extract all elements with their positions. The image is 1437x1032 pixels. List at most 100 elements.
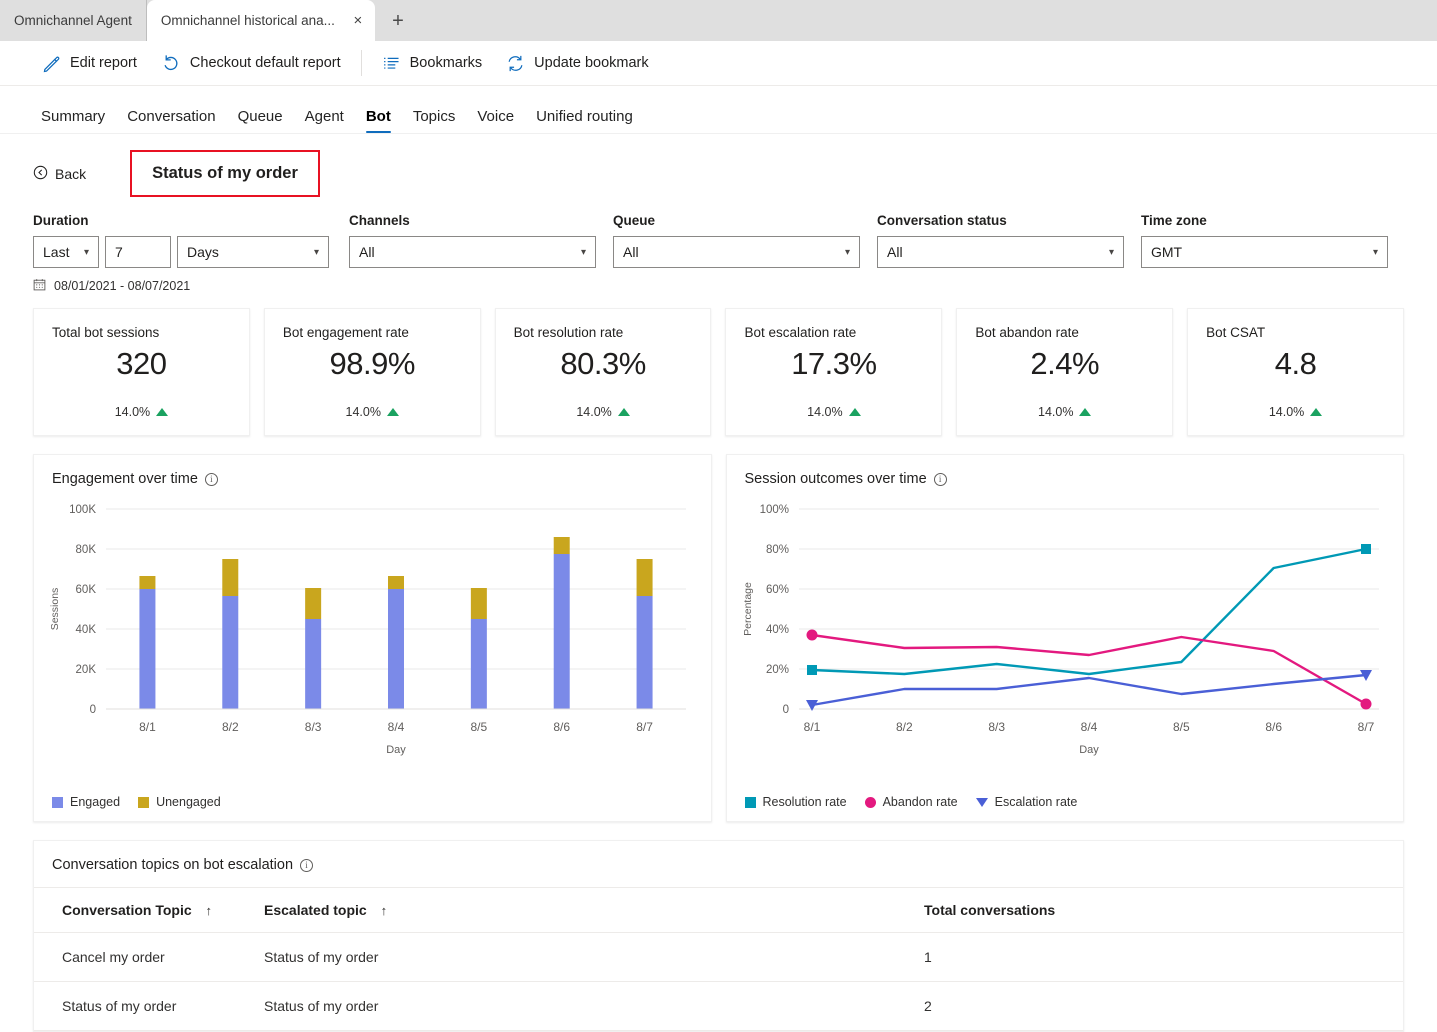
- conversation-topics-table: Conversation Topic ↑ Escalated topic ↑ T…: [34, 887, 1403, 1031]
- svg-text:Percentage: Percentage: [742, 582, 754, 636]
- line-chart-svg: 0 20% 40% 60% 80% 100% 8/1 8/2 8/3 8/4 8/5 8/6 8/7 Da…: [742, 504, 1379, 756]
- legend-label: Escalation rate: [994, 795, 1078, 809]
- kpi-value: 320: [116, 346, 167, 381]
- kpi-title: Bot CSAT: [1206, 325, 1266, 340]
- tab-agent[interactable]: Agent: [294, 102, 355, 133]
- filter-bar: Duration Last ▾ 7 Days ▾ Channels All ▾ …: [0, 197, 1437, 268]
- back-button[interactable]: Back: [33, 165, 86, 183]
- bookmarks-button[interactable]: Bookmarks: [370, 48, 495, 79]
- kpi-delta-value: 14.0%: [114, 405, 151, 419]
- kpi-value: 4.8: [1274, 346, 1317, 381]
- sort-ascending-icon[interactable]: ↑: [381, 903, 388, 918]
- legend-label: Engaged: [70, 795, 121, 809]
- column-header-conversation-topic[interactable]: Conversation Topic ↑: [34, 887, 264, 933]
- legend-item-abandon-rate[interactable]: Abandon rate: [864, 795, 958, 809]
- trend-up-icon: [848, 408, 861, 416]
- page-header-row: Back Status of my order: [0, 134, 1437, 197]
- conversation-topics-panel: Conversation topics on bot escalation i …: [33, 840, 1404, 1032]
- tab-queue[interactable]: Queue: [227, 102, 294, 133]
- kpi-card-bot-csat[interactable]: Bot CSAT 4.8 14.0%: [1187, 308, 1404, 436]
- filter-time-zone: Time zone GMT ▾: [1141, 213, 1388, 268]
- new-tab-icon[interactable]: +: [381, 4, 415, 38]
- tab-label: Voice: [477, 108, 515, 125]
- checkout-default-report-label: Checkout default report: [189, 55, 341, 71]
- cell-conversation-topic: Status of my order: [34, 981, 264, 1031]
- tab-label: Bot: [365, 108, 391, 125]
- legend-item-resolution-rate[interactable]: Resolution rate: [744, 795, 847, 809]
- legend-label: Abandon rate: [882, 795, 958, 809]
- trend-up-icon: [386, 408, 399, 416]
- svg-text:100%: 100%: [759, 504, 788, 516]
- tab-conversation[interactable]: Conversation: [116, 102, 226, 133]
- channels-select[interactable]: All ▾: [349, 236, 596, 268]
- kpi-title: Bot resolution rate: [513, 325, 624, 340]
- legend-label: Unengaged: [156, 795, 221, 809]
- kpi-delta-value: 14.0%: [1038, 405, 1074, 419]
- table-row[interactable]: Cancel my order Status of my order 1: [34, 932, 1403, 982]
- update-bookmark-button[interactable]: Update bookmark: [494, 48, 660, 79]
- svg-text:0: 0: [782, 704, 788, 716]
- tab-topics[interactable]: Topics: [402, 102, 467, 133]
- chevron-down-icon: ▾: [580, 246, 586, 258]
- svg-text:60%: 60%: [765, 584, 788, 596]
- session-outcomes-legend: Resolution rate Abandon rate Escalation …: [744, 795, 1078, 809]
- svg-text:Day: Day: [1079, 744, 1099, 756]
- time-zone-value: GMT: [1151, 244, 1183, 260]
- svg-text:8/4: 8/4: [1080, 720, 1097, 734]
- browser-tab-omnichannel-agent[interactable]: Omnichannel Agent: [0, 0, 147, 41]
- tab-unified-routing[interactable]: Unified routing: [525, 102, 644, 133]
- tab-label: Agent: [304, 108, 344, 125]
- tab-voice[interactable]: Voice: [466, 102, 525, 133]
- kpi-delta: 14.0%: [514, 405, 693, 419]
- browser-tab-label: Omnichannel Agent: [14, 13, 132, 28]
- column-header-escalated-topic[interactable]: Escalated topic ↑: [264, 887, 924, 933]
- info-icon[interactable]: i: [933, 472, 947, 486]
- table-row[interactable]: Status of my order Status of my order 2: [34, 981, 1403, 1031]
- session-outcomes-over-time-panel: Session outcomes over time i 0 20% 40% 60% 8…: [725, 454, 1404, 822]
- cell-escalated-topic: Status of my order: [264, 932, 924, 982]
- session-outcomes-plot[interactable]: 0 20% 40% 60% 80% 100% 8/1 8/2 8/3 8/4 8/5 8/6 8/7 Da…: [727, 487, 1404, 787]
- kpi-card-bot-resolution-rate[interactable]: Bot resolution rate 80.3% 14.0%: [494, 308, 712, 436]
- filter-conversation-status-label: Conversation status: [877, 213, 1007, 228]
- duration-operator-select[interactable]: Last ▾: [33, 236, 99, 268]
- queue-select[interactable]: All ▾: [613, 236, 860, 268]
- info-icon[interactable]: i: [204, 472, 218, 486]
- legend-label: Resolution rate: [762, 795, 847, 809]
- duration-unit-select[interactable]: Days ▾: [177, 236, 329, 268]
- browser-tab-omnichannel-historical-analytics[interactable]: Omnichannel historical ana... ×: [146, 0, 375, 41]
- info-icon[interactable]: i: [300, 858, 314, 872]
- svg-text:8/5: 8/5: [471, 720, 488, 734]
- sort-ascending-icon[interactable]: ↑: [206, 903, 213, 918]
- refresh-icon: [506, 54, 525, 73]
- kpi-card-bot-escalation-rate[interactable]: Bot escalation rate 17.3% 14.0%: [725, 308, 943, 436]
- legend-item-engaged[interactable]: Engaged: [52, 795, 120, 809]
- svg-text:60K: 60K: [76, 584, 97, 596]
- tab-bot[interactable]: Bot: [355, 102, 402, 133]
- svg-text:100K: 100K: [69, 504, 96, 516]
- session-outcomes-chart-title-row: Session outcomes over time i: [727, 455, 1404, 487]
- svg-text:Day: Day: [386, 744, 406, 756]
- engagement-plot[interactable]: 0 20K 40K 60K 80K 100K 8/1 8/2 8/3 8/4 8/5 8/6 8/7 Da…: [34, 487, 711, 787]
- close-icon[interactable]: ×: [347, 10, 369, 32]
- checkout-default-report-button[interactable]: Checkout default report: [149, 47, 353, 79]
- time-zone-select[interactable]: GMT ▾: [1141, 236, 1388, 268]
- kpi-card-bot-abandon-rate[interactable]: Bot abandon rate 2.4% 14.0%: [956, 308, 1174, 436]
- kpi-card-total-bot-sessions[interactable]: Total bot sessions 320 14.0%: [33, 308, 250, 436]
- legend-item-escalation-rate[interactable]: Escalation rate: [975, 795, 1078, 809]
- filter-duration-label: Duration: [33, 213, 89, 228]
- column-header-total-conversations[interactable]: Total conversations: [924, 887, 1403, 933]
- filter-duration: Duration Last ▾ 7 Days ▾: [33, 213, 349, 268]
- tab-label: Conversation: [127, 108, 216, 125]
- svg-text:Sessions: Sessions: [49, 588, 61, 631]
- duration-amount-input[interactable]: 7: [105, 236, 171, 268]
- edit-report-button[interactable]: Edit report: [30, 48, 149, 79]
- legend-item-unengaged[interactable]: Unengaged: [138, 795, 221, 809]
- engagement-chart-title-row: Engagement over time i: [34, 455, 711, 487]
- tab-summary[interactable]: Summary: [30, 102, 116, 133]
- conversation-status-select[interactable]: All ▾: [877, 236, 1124, 268]
- svg-text:8/6: 8/6: [1265, 720, 1282, 734]
- legend-swatch-square: [138, 796, 150, 808]
- kpi-value: 98.9%: [329, 346, 416, 381]
- kpi-card-bot-engagement-rate[interactable]: Bot engagement rate 98.9% 14.0%: [263, 308, 481, 436]
- calendar-icon: [33, 278, 46, 294]
